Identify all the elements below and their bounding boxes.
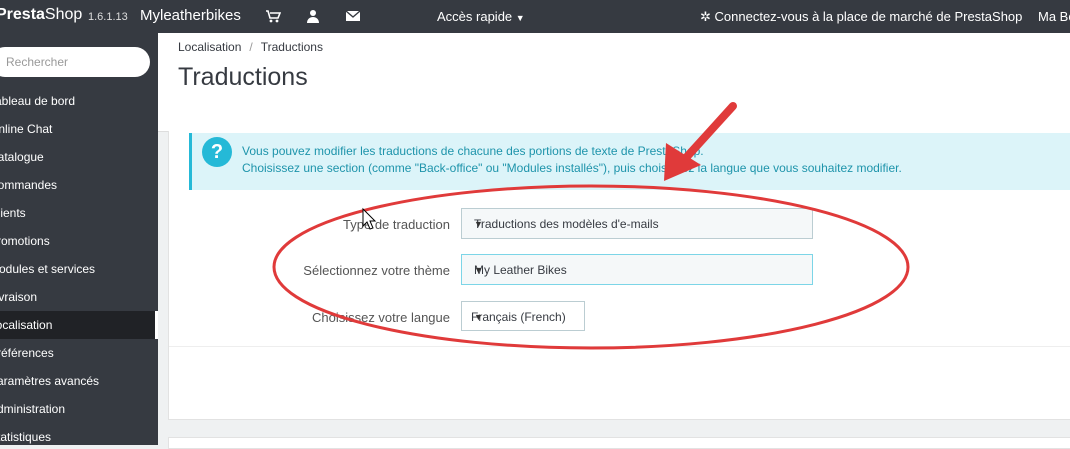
- annotation-arrow-shaft: [680, 102, 737, 164]
- annotation-ellipse: [272, 184, 910, 350]
- annotation-overlay: [272, 102, 910, 350]
- mouse-cursor-icon: [362, 207, 377, 230]
